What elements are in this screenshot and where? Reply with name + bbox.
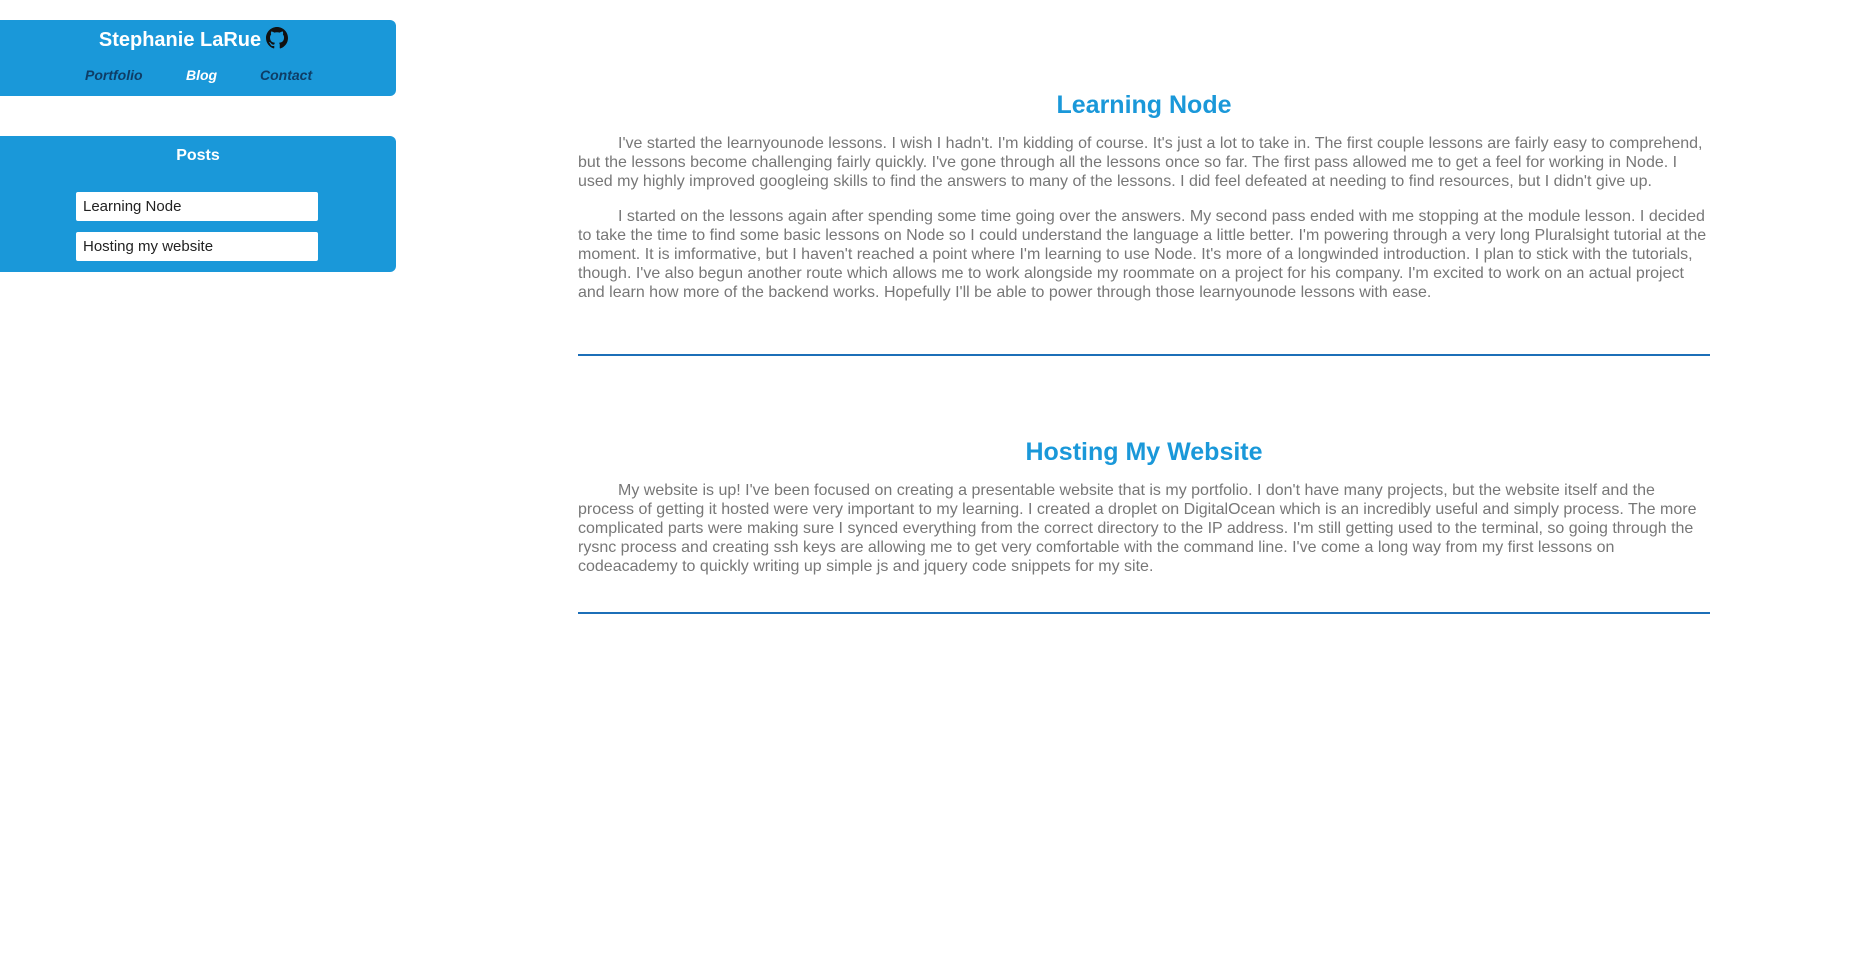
main-nav: Portfolio Blog Contact (0, 66, 396, 84)
article-learning-node: Learning Node I've started the learnyoun… (578, 90, 1710, 318)
post-link-hosting-website[interactable]: Hosting my website (76, 232, 318, 261)
article-paragraph: I started on the lessons again after spe… (578, 208, 1707, 301)
article-divider (578, 612, 1710, 614)
article-hosting-website: Hosting My Website My website is up! I'v… (578, 437, 1710, 592)
post-link-learning-node[interactable]: Learning Node (76, 192, 318, 221)
github-icon[interactable] (266, 27, 288, 49)
posts-title: Posts (176, 147, 220, 164)
article-paragraph: My website is up! I've been focused on c… (578, 482, 1697, 575)
nav-portfolio-link[interactable]: Portfolio (85, 66, 143, 84)
page: Stephanie LaRue Portfolio Blog Contact P… (0, 0, 1871, 957)
article-divider (578, 354, 1710, 356)
article-paragraph: I've started the learnyounode lessons. I… (578, 135, 1703, 190)
nav-contact-link[interactable]: Contact (260, 66, 312, 84)
nav-blog-link[interactable]: Blog (186, 66, 217, 84)
article-title: Learning Node (1056, 91, 1232, 119)
site-title: Stephanie LaRue (98, 29, 262, 51)
article-title: Hosting My Website (1025, 438, 1263, 466)
